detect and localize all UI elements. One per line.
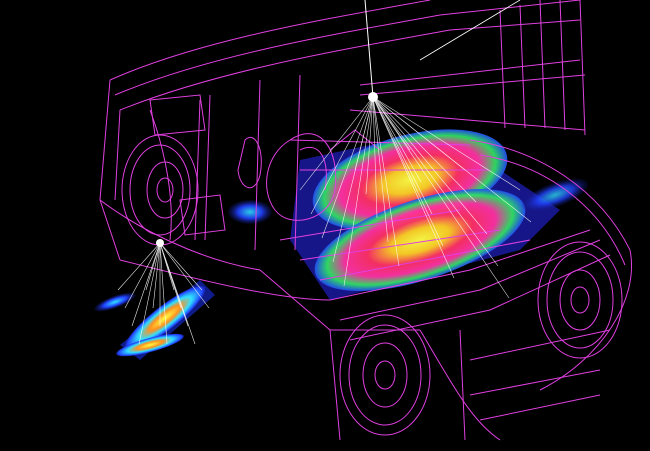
top-light-mount <box>364 0 374 98</box>
wheel-rear-right <box>537 241 623 359</box>
light-ray <box>124 242 161 309</box>
light-ray <box>159 242 203 291</box>
render-viewport[interactable] <box>0 0 650 445</box>
ground-heatmap <box>94 280 215 360</box>
light-guide-line <box>419 0 521 61</box>
side-light-source <box>156 239 164 247</box>
floor-heatmap <box>228 129 589 300</box>
wheel-front-left <box>121 134 199 246</box>
light-ray <box>117 242 161 291</box>
vehicle-wireframe-render <box>94 0 632 441</box>
